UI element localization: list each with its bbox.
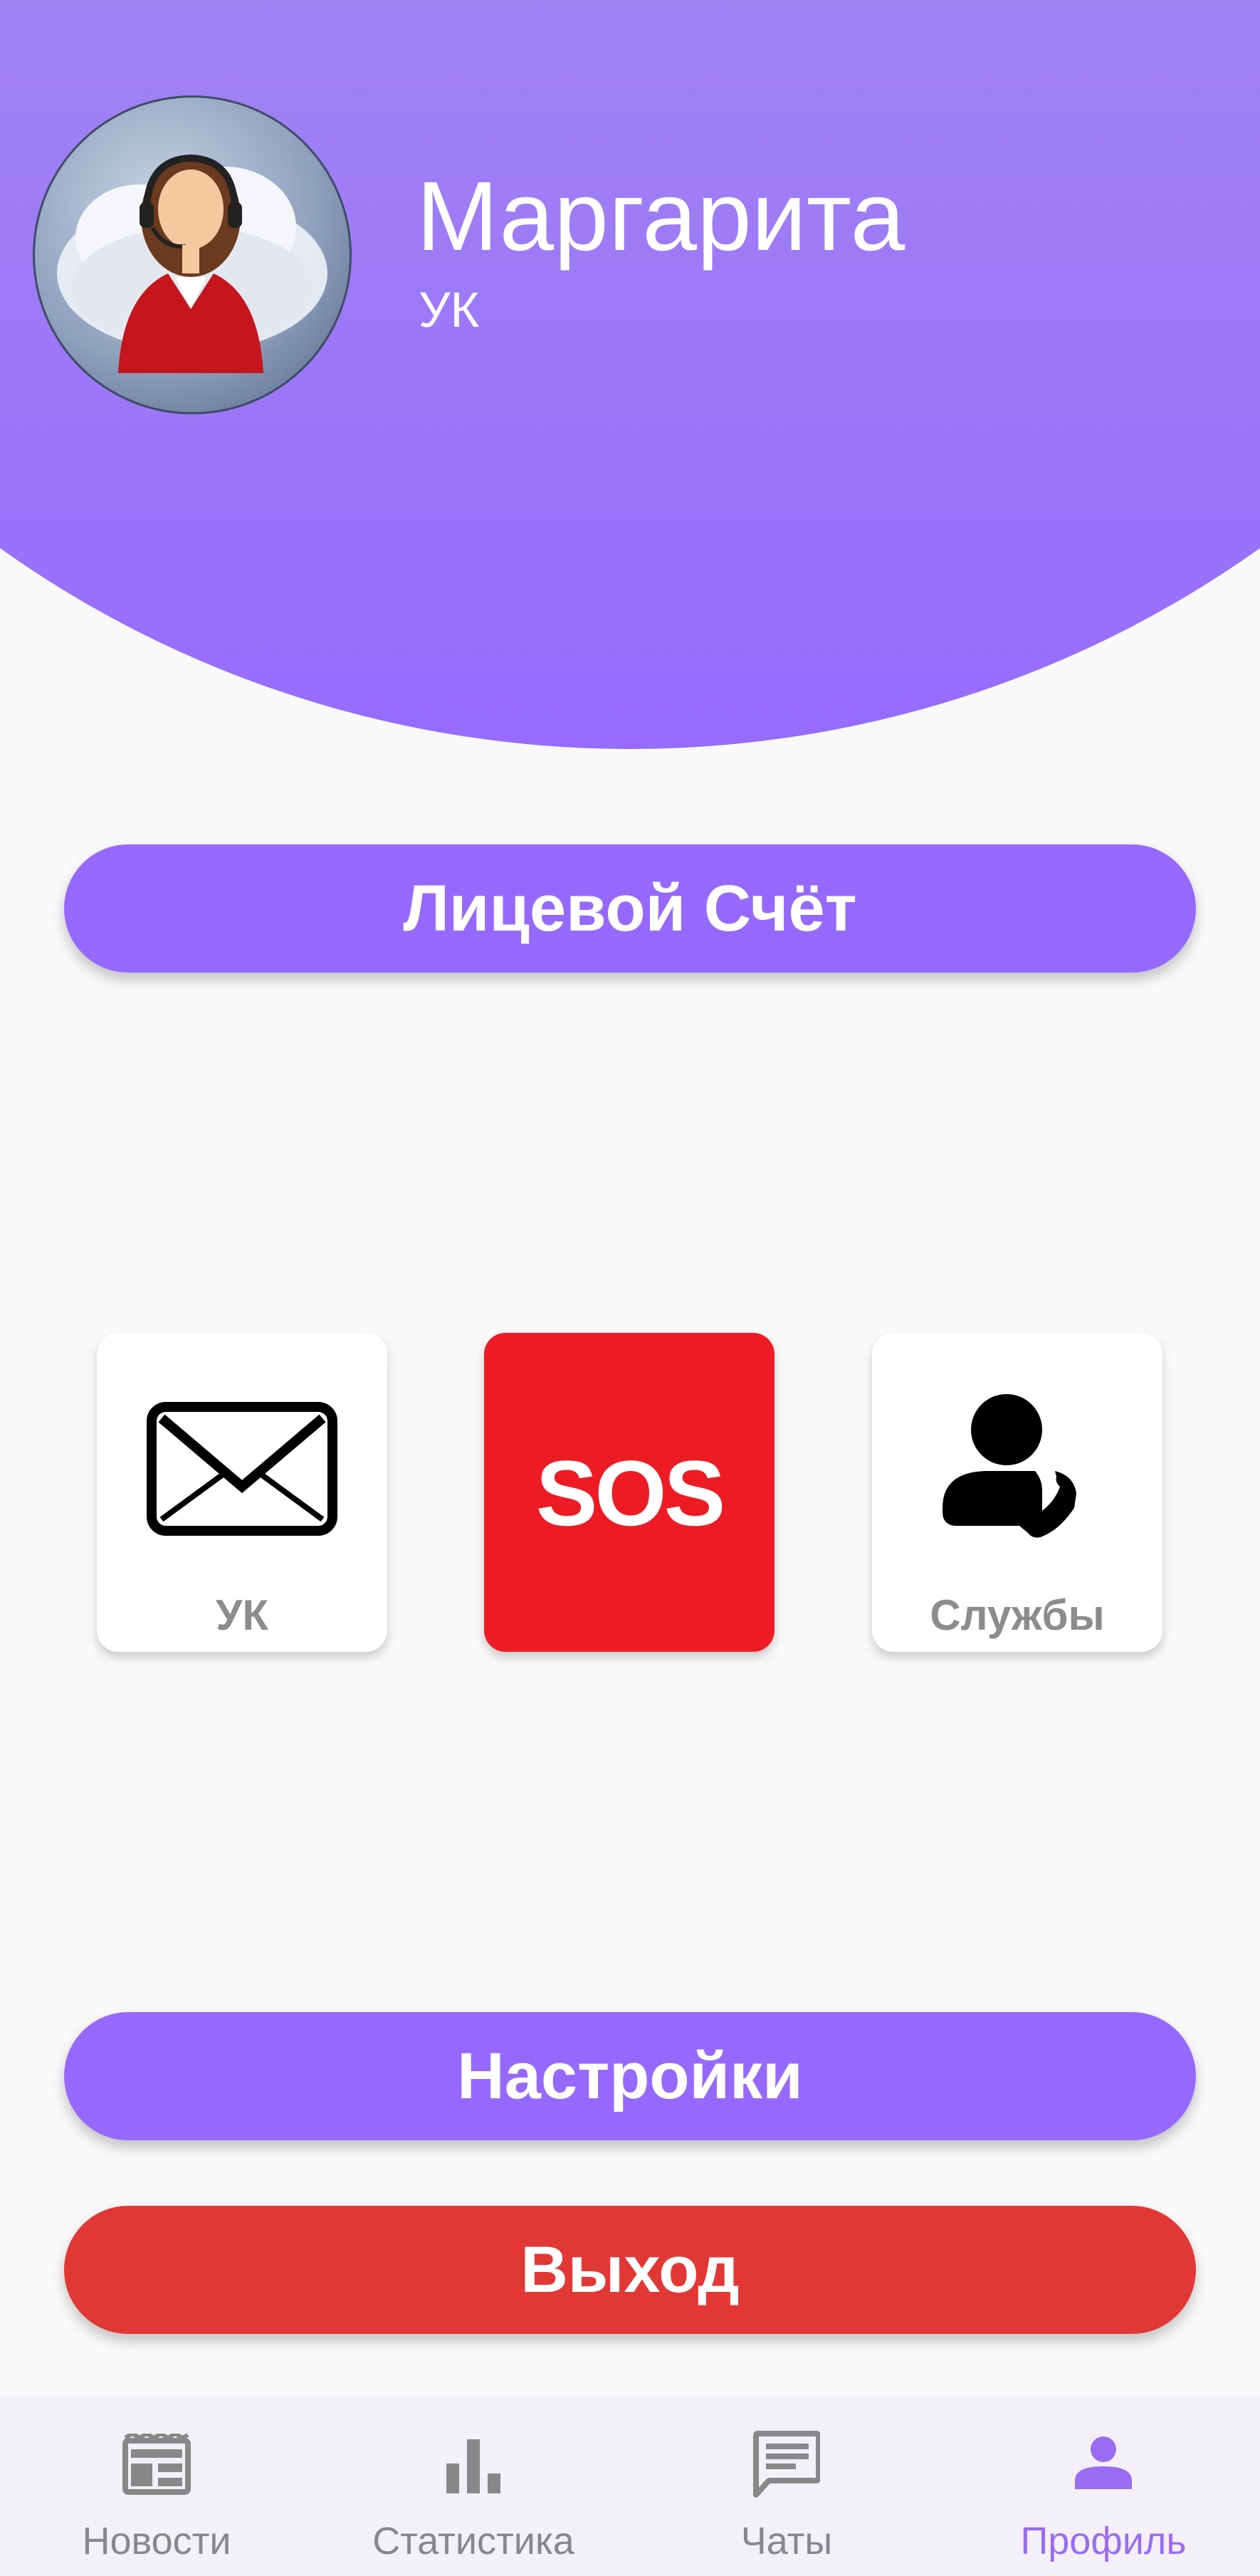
mail-uk-tile[interactable]: УК	[97, 1333, 387, 1652]
settings-button[interactable]: Настройки	[64, 2012, 1196, 2140]
bottom-nav: Новости Статистика Чаты Профиль	[0, 2397, 1260, 2576]
nav-chats-label: Чаты	[740, 2520, 833, 2562]
nav-statistics-label: Статистика	[372, 2520, 574, 2562]
user-name: Маргарита	[416, 162, 905, 271]
user-role: УК	[419, 282, 480, 337]
nav-news-label: Новости	[82, 2520, 231, 2562]
bar-chart-icon	[446, 2439, 500, 2493]
sos-label: SOS	[535, 1441, 726, 1545]
mail-uk-label: УК	[216, 1591, 268, 1639]
nav-news[interactable]: Новости	[43, 2397, 271, 2576]
chat-icon	[753, 2431, 820, 2498]
contact-phone-icon	[943, 1394, 1076, 1538]
services-label: Службы	[930, 1591, 1105, 1639]
profile-screen: Маргарита УК Лицевой Счёт УК SOS Службы …	[0, 0, 1260, 2576]
personal-account-button[interactable]: Лицевой Счёт	[64, 844, 1196, 973]
logout-button[interactable]: Выход	[64, 2206, 1196, 2334]
nav-chats[interactable]: Чаты	[683, 2397, 890, 2576]
nav-profile[interactable]: Профиль	[997, 2397, 1210, 2576]
person-icon	[1075, 2436, 1132, 2489]
operator-avatar-icon	[57, 154, 327, 373]
sos-tile[interactable]: SOS	[484, 1333, 775, 1652]
news-icon	[122, 2434, 191, 2495]
services-tile[interactable]: Службы	[872, 1333, 1162, 1652]
envelope-icon	[147, 1402, 337, 1536]
nav-profile-label: Профиль	[1020, 2520, 1187, 2562]
avatar[interactable]	[33, 95, 352, 414]
nav-statistics[interactable]: Статистика	[356, 2397, 591, 2576]
